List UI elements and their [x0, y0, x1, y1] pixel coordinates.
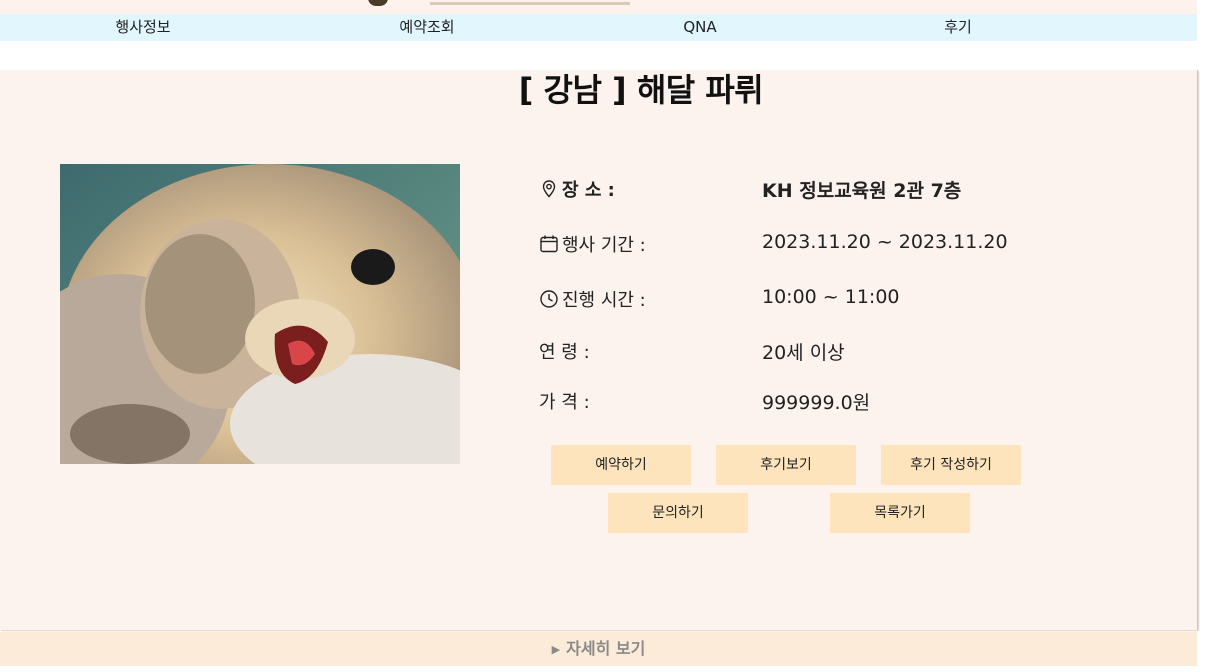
sea-otter-photo — [60, 164, 460, 464]
sea-otter-image — [60, 164, 460, 464]
calendar-icon — [540, 235, 558, 253]
time-label-text: 진행 시간 : — [562, 290, 646, 311]
logo-icon[interactable] — [368, 0, 388, 6]
location-value: KH 정보교육원 2관 7층 — [762, 180, 962, 202]
header-logo-strip — [0, 0, 1197, 14]
price-value: 999999.0원 — [762, 392, 871, 414]
period-label: 행사 기간 : — [539, 231, 646, 257]
event-title: [ 강남 ] 해달 파뤼 — [518, 71, 764, 109]
clock-icon — [540, 290, 558, 308]
view-reviews-button[interactable]: 후기보기 — [716, 445, 856, 485]
write-review-button[interactable]: 후기 작성하기 — [881, 445, 1021, 485]
time-value: 10:00 ~ 11:00 — [762, 286, 900, 308]
nav-item-reservation-lookup[interactable]: 예약조회 — [399, 14, 454, 41]
main-nav: 행사정보 예약조회 QNA 후기 — [0, 14, 1197, 41]
location-label-text: 장 소 : — [562, 180, 615, 201]
details-toggle[interactable]: ▶ 자세히 보기 — [0, 632, 1197, 666]
logo-text-peek — [430, 0, 630, 5]
location-label: 장 소 : — [539, 176, 615, 202]
price-label: 가 격 : — [539, 392, 590, 413]
nav-item-event-info[interactable]: 행사정보 — [115, 14, 170, 41]
time-label: 진행 시간 : — [539, 286, 646, 312]
details-toggle-label: 자세히 보기 — [566, 639, 646, 658]
triangle-right-icon: ▶ — [551, 643, 561, 656]
inquiry-button[interactable]: 문의하기 — [608, 493, 748, 533]
location-pin-icon — [542, 180, 556, 198]
nav-item-qna[interactable]: QNA — [683, 14, 716, 41]
age-label: 연 령 : — [539, 342, 590, 363]
period-value: 2023.11.20 ~ 2023.11.20 — [762, 231, 1008, 253]
age-value: 20세 이상 — [762, 342, 845, 364]
back-to-list-button[interactable]: 목록가기 — [830, 493, 970, 533]
nav-item-reviews[interactable]: 후기 — [944, 14, 972, 41]
period-label-text: 행사 기간 : — [562, 235, 646, 256]
reserve-button[interactable]: 예약하기 — [551, 445, 691, 485]
